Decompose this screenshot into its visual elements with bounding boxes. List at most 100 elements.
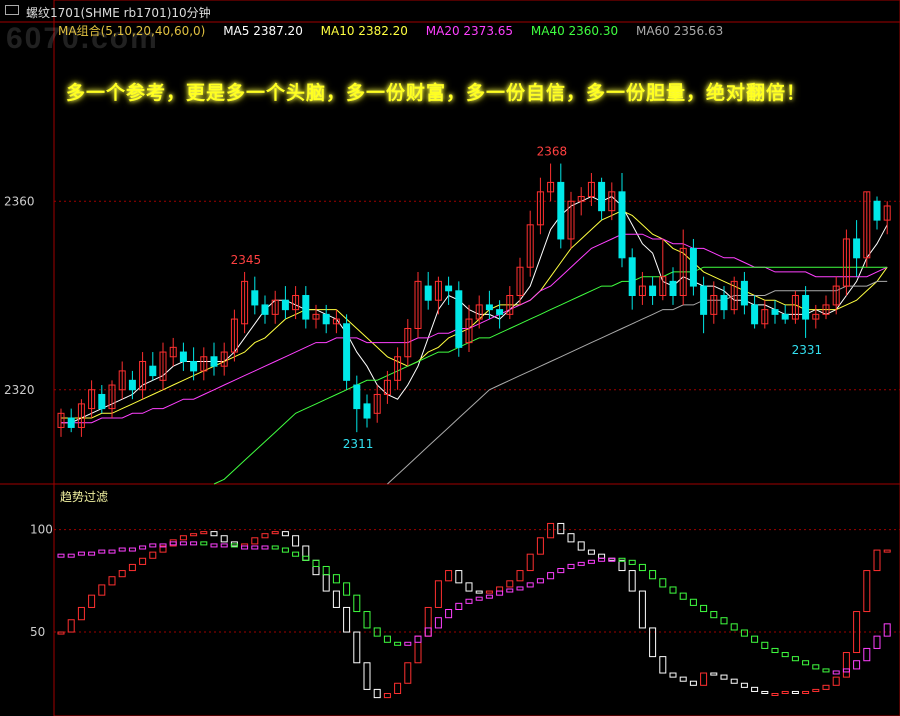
oscillator-fast-bar — [98, 584, 106, 596]
candle-body — [190, 360, 198, 372]
candle — [139, 352, 147, 400]
oscillator-fast-bar — [832, 676, 840, 686]
candle — [414, 271, 422, 338]
oscillator-signal-bar — [445, 609, 453, 619]
candle-body — [700, 285, 708, 315]
oscillator-signal-bar — [200, 541, 208, 546]
ma-group-label[interactable]: MA组合(5,10,20,40,60,0) — [58, 24, 205, 38]
oscillator-fast-bar — [261, 533, 269, 539]
oscillator-signal-bar — [587, 559, 595, 564]
candle-body — [179, 351, 187, 362]
low-price-label: 2311 — [343, 437, 374, 451]
oscillator-signal-bar — [710, 611, 718, 619]
oscillator-fast-bar — [618, 559, 626, 572]
oscillator-fast-bar — [139, 557, 147, 565]
oscillator-signal-bar — [414, 635, 422, 643]
candle-body — [445, 285, 453, 292]
oscillator-signal-bar — [302, 555, 310, 561]
oscillator-signal-bar — [659, 578, 667, 588]
candle — [506, 286, 514, 320]
oscillator-signal-bar — [220, 543, 228, 548]
candle — [812, 304, 820, 329]
oscillator-fast-bar — [761, 690, 769, 695]
low-price-label: 2331 — [792, 343, 823, 357]
oscillator-signal-bar — [526, 582, 534, 588]
candle-body — [424, 285, 432, 301]
oscillator-fast-bar — [842, 652, 850, 678]
candle — [659, 238, 667, 301]
oscillator-signal-bar — [791, 656, 799, 662]
candle-body — [363, 403, 371, 419]
oscillator-fast-bar — [292, 535, 300, 547]
candle-body — [149, 365, 157, 377]
oscillator-fast-bar — [200, 531, 208, 535]
oscillator-signal-bar — [700, 604, 708, 613]
oscillator-fast-bar — [700, 672, 708, 686]
ma60-value: MA60 2356.63 — [635, 24, 724, 38]
candle — [394, 347, 402, 390]
oscillator-signal-bar — [730, 623, 738, 631]
oscillator-signal-bar — [292, 551, 300, 557]
oscillator-signal-bar — [149, 543, 157, 548]
oscillator-fast-bar — [679, 676, 687, 682]
chart-frame — [0, 0, 900, 716]
oscillator-fast-bar — [445, 570, 453, 582]
candle — [649, 276, 657, 305]
oscillator-fast-bar — [455, 570, 463, 584]
oscillator-signal-bar — [353, 594, 361, 613]
oscillator-fast-bar — [557, 522, 565, 535]
candle — [343, 314, 351, 390]
oscillator-fast-bar — [312, 559, 320, 576]
candle-body — [281, 299, 289, 311]
candle-body — [485, 304, 493, 311]
candle — [526, 210, 534, 277]
candle-body — [302, 295, 310, 320]
candle — [628, 248, 636, 310]
window-icon[interactable] — [5, 5, 19, 15]
candle-body — [210, 356, 218, 367]
candle — [169, 337, 177, 367]
oscillator-signal-bar — [465, 598, 473, 604]
oscillator-fast-bar — [88, 594, 96, 608]
candle — [118, 361, 126, 400]
oscillator-signal-bar — [751, 635, 759, 643]
candle — [383, 370, 391, 404]
oscillator-signal-bar — [455, 602, 463, 611]
candle — [261, 295, 269, 324]
oscillator-signal-bar — [241, 545, 249, 550]
oscillator-signal-bar — [618, 557, 626, 562]
slogan-banner: 多一个参考，更是多一个头脑，多一份财富，多一份自信，多一份胆量，绝对翻倍！ — [66, 82, 807, 104]
oscillator-fast-bar — [210, 531, 218, 537]
oscillator-fast-bar — [190, 533, 198, 537]
price-annotations: 2345 2368 2311 2331 — [231, 145, 823, 452]
oscillator-fast-bar — [485, 590, 493, 594]
oscillator-signal-bar — [312, 559, 320, 567]
oscillator-fast-bar — [802, 690, 810, 695]
oscillator-signal-bar — [669, 586, 677, 594]
ma10-line — [61, 210, 888, 419]
candle-body — [853, 238, 861, 259]
ma-legend: MA组合(5,10,20,40,60,0) MA5 2387.20 MA10 2… — [58, 22, 737, 39]
ma40-value: MA40 2360.30 — [530, 24, 619, 38]
oscillator-signal-bar — [761, 641, 769, 649]
oscillator-signal-bar — [271, 545, 279, 550]
oscillator-signal-bar — [740, 629, 748, 637]
oscillator-fast-bar — [863, 570, 871, 613]
oscillator-fast-bar — [516, 570, 524, 582]
candle-body — [261, 304, 269, 315]
candle-body — [353, 384, 361, 410]
oscillator-fast-bar — [67, 619, 75, 633]
oscillator-fast-bar — [628, 570, 636, 592]
oscillator-fast-bar — [771, 693, 779, 697]
oscillator-fast-bar — [322, 574, 330, 592]
candle — [363, 394, 371, 428]
kline-chart[interactable]: 2320 2360 50 100 2345 2368 2311 2331 — [0, 0, 900, 716]
oscillator-fast-bar — [526, 553, 534, 572]
ma40-line — [213, 266, 888, 485]
oscillator-fast-bar — [281, 531, 289, 537]
oscillator-signal-bar — [57, 553, 65, 558]
candle — [292, 286, 300, 320]
candle — [557, 163, 565, 249]
oscillator-signal-bar — [67, 553, 75, 558]
oscillator-fast-bar — [465, 582, 473, 592]
